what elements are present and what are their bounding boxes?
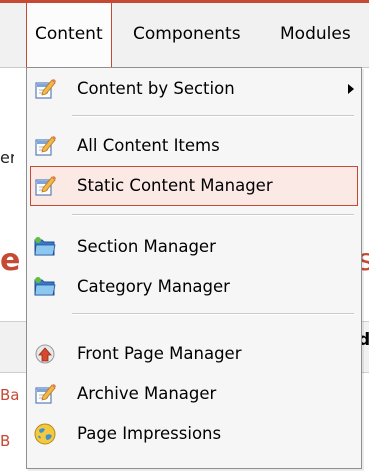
edit-document-icon (33, 382, 57, 406)
menu-item-static-content-manager[interactable]: Static Content Manager (30, 166, 358, 206)
menu-item-label: Section Manager (77, 237, 216, 256)
front-page-icon (33, 342, 57, 366)
menu-separator (72, 313, 354, 315)
background-text-fragment: er (0, 148, 14, 167)
menu-components[interactable]: Components (133, 3, 241, 67)
menu-item-label: Content by Section (77, 79, 235, 98)
background-heading-fragment: e (0, 243, 20, 278)
folder-icon (33, 275, 57, 299)
menu-item-label: Page Impressions (77, 424, 222, 443)
menu-item-label: Archive Manager (77, 384, 217, 403)
menu-content[interactable]: Content (26, 3, 112, 67)
edit-document-icon (33, 77, 57, 101)
submenu-arrow-icon (348, 84, 354, 94)
content-dropdown-menu: Content by Section All Content Items Sta… (26, 67, 362, 469)
menu-item-label: Front Page Manager (77, 344, 242, 363)
menu-item-label: Category Manager (77, 277, 230, 296)
menu-separator (72, 115, 354, 117)
menu-item-label: All Content Items (77, 136, 220, 155)
edit-document-icon (33, 174, 57, 198)
background-link-fragment[interactable]: Ba (0, 386, 26, 404)
menu-separator (72, 214, 354, 216)
edit-document-icon (33, 134, 57, 158)
menu-item-section-manager[interactable]: Section Manager (30, 227, 358, 267)
background-link-fragment[interactable]: B (0, 432, 26, 450)
menu-item-archive-manager[interactable]: Archive Manager (30, 374, 358, 414)
top-menubar: Content Components Modules (0, 0, 369, 68)
menu-item-content-by-section[interactable]: Content by Section (30, 69, 358, 109)
folder-icon (33, 235, 57, 259)
menu-modules[interactable]: Modules (280, 3, 351, 67)
menu-item-category-manager[interactable]: Category Manager (30, 267, 358, 307)
menu-item-all-content-items[interactable]: All Content Items (30, 126, 358, 166)
menu-item-page-impressions[interactable]: Page Impressions (30, 414, 358, 454)
menu-item-label: Static Content Manager (77, 176, 273, 195)
globe-icon (33, 422, 57, 446)
menu-item-front-page-manager[interactable]: Front Page Manager (30, 334, 358, 374)
